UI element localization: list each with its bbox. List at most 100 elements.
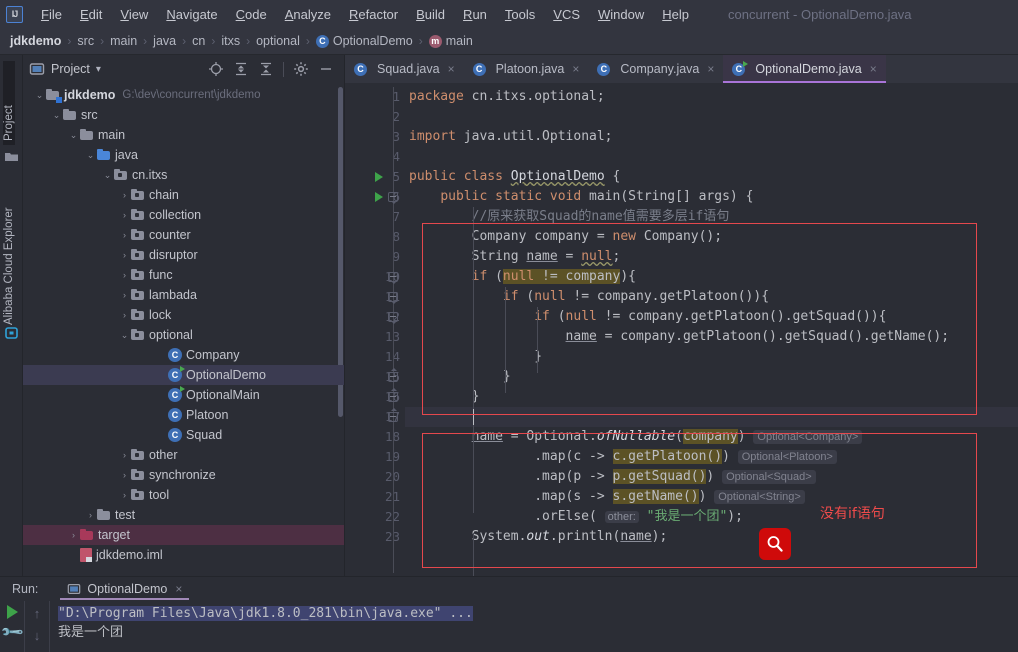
breadcrumb-item-optional[interactable]: optional (256, 34, 300, 48)
fold-icon[interactable] (388, 368, 398, 382)
minimize-icon[interactable] (318, 61, 334, 77)
fold-icon[interactable] (388, 388, 398, 402)
code-editor[interactable]: 1 2 3 4 5 6 7 8 9 10 11 12 13 14 15 16 1 (345, 83, 1018, 576)
tree-item-main[interactable]: ⌄ main (23, 125, 344, 145)
chevron-right-icon[interactable]: › (118, 250, 131, 260)
breadcrumb-item-src[interactable]: src (77, 34, 94, 48)
tree-item-company[interactable]: C Company (23, 345, 344, 365)
run-method-gutter-icon[interactable] (375, 192, 383, 202)
tab-company-java[interactable]: C Company.java × (588, 55, 723, 83)
chevron-right-icon[interactable]: › (118, 450, 131, 460)
magnifier-icon[interactable] (759, 528, 791, 560)
menu-item-build[interactable]: Build (407, 4, 454, 25)
tree-item-synchronize[interactable]: › synchronize (23, 465, 344, 485)
menu-item-code[interactable]: Code (227, 4, 276, 25)
tool-tab-project[interactable]: Project (3, 61, 15, 145)
tree-item-platoon[interactable]: C Platoon (23, 405, 344, 425)
gear-icon[interactable] (293, 61, 309, 77)
tree-item-optional[interactable]: ⌄ optional (23, 325, 344, 345)
chevron-right-icon[interactable]: › (118, 310, 131, 320)
close-icon[interactable]: × (572, 62, 579, 76)
tree-item-jdkdemo-iml[interactable]: jdkdemo.iml (23, 545, 344, 565)
chevron-right-icon[interactable]: › (118, 270, 131, 280)
tree-item-disruptor[interactable]: › disruptor (23, 245, 344, 265)
tree-item-collection[interactable]: › collection (23, 205, 344, 225)
breadcrumb-item-optionaldemo[interactable]: OptionalDemo (333, 34, 413, 48)
fold-icon[interactable] (388, 292, 398, 304)
chevron-down-icon[interactable]: ⌄ (84, 150, 97, 161)
menu-item-tools[interactable]: Tools (496, 4, 544, 25)
chevron-down-icon[interactable]: ⌄ (101, 170, 114, 181)
tree-item-chain[interactable]: › chain (23, 185, 344, 205)
chevron-right-icon[interactable]: › (118, 470, 131, 480)
chevron-down-icon[interactable]: ⌄ (50, 110, 63, 121)
tree-item-src[interactable]: ⌄ src (23, 105, 344, 125)
tool-tab-alibaba-cloud-explorer[interactable]: Alibaba Cloud Explorer (3, 175, 15, 325)
tab-platoon-java[interactable]: C Platoon.java × (464, 55, 589, 83)
scroll-up-icon[interactable]: ↑ (34, 606, 41, 621)
menu-item-refactor[interactable]: Refactor (340, 4, 407, 25)
editor-gutter[interactable]: 1 2 3 4 5 6 7 8 9 10 11 12 13 14 15 16 1 (345, 83, 405, 576)
tree-item-tool[interactable]: › tool (23, 485, 344, 505)
tab-optionaldemo-java[interactable]: C OptionalDemo.java × (723, 55, 887, 83)
scroll-down-icon[interactable]: ↓ (34, 628, 41, 643)
close-icon[interactable]: × (870, 62, 877, 76)
tree-item-target[interactable]: › target (23, 525, 344, 545)
tree-item-other[interactable]: › other (23, 445, 344, 465)
chevron-down-icon[interactable]: ⌄ (118, 330, 131, 341)
breadcrumb-item-cn[interactable]: cn (192, 34, 205, 48)
tree-item-lock[interactable]: › lock (23, 305, 344, 325)
close-icon[interactable]: × (175, 582, 182, 596)
rerun-icon[interactable] (6, 605, 18, 619)
fold-icon[interactable] (388, 272, 398, 284)
tree-item-optionaldemo[interactable]: C OptionalDemo (23, 365, 344, 385)
breadcrumb-item-java[interactable]: java (153, 34, 176, 48)
close-icon[interactable]: × (448, 62, 455, 76)
chevron-down-icon[interactable]: ⌄ (67, 130, 80, 141)
tree-item-jdkdemo[interactable]: ⌄ jdkdemo G:\dev\concurrent\jdkdemo (23, 85, 344, 105)
expand-all-icon[interactable] (233, 61, 249, 77)
breadcrumb-item-main[interactable]: main (110, 34, 137, 48)
run-tab-optionaldemo[interactable]: OptionalDemo × (60, 580, 190, 600)
fold-icon[interactable] (388, 408, 398, 422)
menu-item-window[interactable]: Window (589, 4, 653, 25)
menu-item-file[interactable]: File (32, 4, 71, 25)
tree-item-func[interactable]: › func (23, 265, 344, 285)
chevron-right-icon[interactable]: › (118, 210, 131, 220)
menu-item-view[interactable]: View (111, 4, 157, 25)
collapse-all-icon[interactable] (258, 61, 274, 77)
menu-item-help[interactable]: Help (653, 4, 698, 25)
chevron-down-icon[interactable]: ▾ (96, 64, 101, 75)
breadcrumb-item-main-method[interactable]: main (446, 34, 473, 48)
chevron-down-icon[interactable]: ⌄ (33, 90, 46, 101)
chevron-right-icon[interactable]: › (118, 490, 131, 500)
menu-item-run[interactable]: Run (454, 4, 496, 25)
tree-item-squad[interactable]: C Squad (23, 425, 344, 445)
chevron-right-icon[interactable]: › (118, 190, 131, 200)
locate-icon[interactable] (208, 61, 224, 77)
tree-item-cn-itxs[interactable]: ⌄ cn.itxs (23, 165, 344, 185)
chevron-right-icon[interactable]: › (118, 290, 131, 300)
tree-item-lambada[interactable]: › lambada (23, 285, 344, 305)
menu-item-navigate[interactable]: Navigate (157, 4, 226, 25)
run-class-gutter-icon[interactable] (375, 172, 383, 182)
tree-item-counter[interactable]: › counter (23, 225, 344, 245)
breadcrumb-item-itxs[interactable]: itxs (221, 34, 240, 48)
fold-icon[interactable] (388, 192, 398, 204)
tree-item-java[interactable]: ⌄ java (23, 145, 344, 165)
menu-item-edit[interactable]: Edit (71, 4, 111, 25)
chevron-right-icon[interactable]: › (67, 530, 80, 540)
menu-item-analyze[interactable]: Analyze (276, 4, 340, 25)
project-tree[interactable]: ⌄ jdkdemo G:\dev\concurrent\jdkdemo ⌄ sr… (23, 83, 344, 576)
fold-icon[interactable] (388, 312, 398, 324)
chevron-right-icon[interactable]: › (118, 230, 131, 240)
run-console-output[interactable]: "D:\Program Files\Java\jdk1.8.0_281\bin\… (50, 601, 1018, 652)
tree-item-test[interactable]: › test (23, 505, 344, 525)
chevron-right-icon[interactable]: › (84, 510, 97, 520)
code-text[interactable]: package cn.itxs.optional; import java.ut… (405, 83, 1018, 576)
menu-item-vcs[interactable]: VCS (544, 4, 589, 25)
settings-icon[interactable]: 🔧 (0, 619, 25, 645)
tree-item-optionalmain[interactable]: C OptionalMain (23, 385, 344, 405)
tab-squad-java[interactable]: C Squad.java × (345, 55, 464, 83)
close-icon[interactable]: × (707, 62, 714, 76)
